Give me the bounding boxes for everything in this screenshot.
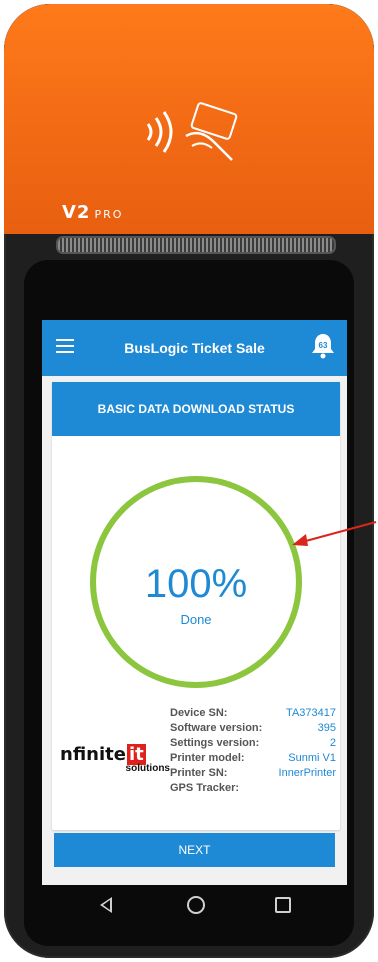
back-icon[interactable] bbox=[100, 897, 112, 913]
info-label: Software version: bbox=[170, 722, 263, 734]
info-row-printer-sn: Printer SN: InnerPrinter bbox=[170, 766, 336, 781]
progress-percent-label: 100% bbox=[144, 562, 248, 606]
info-label: Device SN: bbox=[170, 707, 228, 719]
info-label: GPS Tracker: bbox=[170, 782, 240, 794]
recent-apps-icon[interactable] bbox=[275, 897, 291, 913]
bell-icon[interactable]: 63 bbox=[310, 332, 336, 360]
device-brand: V2 PRO bbox=[62, 202, 123, 223]
android-nav-bar bbox=[42, 885, 347, 931]
next-button[interactable]: NEXT bbox=[54, 833, 335, 867]
nfiniteit-logo: nfinite it solutions bbox=[60, 744, 170, 774]
info-row-printer-model: Printer model: Sunmi V1 bbox=[170, 751, 336, 766]
notification-count: 63 bbox=[318, 341, 328, 350]
info-value: Sunmi V1 bbox=[288, 752, 336, 764]
info-label: Printer SN: bbox=[170, 767, 228, 779]
annotation-arrow-icon bbox=[292, 521, 377, 546]
info-row-device-sn: Device SN: TA373417 bbox=[170, 706, 336, 721]
device-info-list: Device SN: TA373417 Software version: 39… bbox=[170, 706, 336, 796]
logo-main-text: nfinite bbox=[60, 744, 126, 765]
info-row-software-version: Software version: 395 bbox=[170, 721, 336, 736]
nfc-icon bbox=[146, 102, 238, 161]
app-bar: BusLogic Ticket Sale 63 bbox=[42, 320, 347, 376]
info-value: TA373417 bbox=[286, 707, 336, 719]
info-row-settings-version: Settings version: 2 bbox=[170, 736, 336, 751]
printer-slot bbox=[56, 236, 336, 254]
device-top-panel: V2 PRO bbox=[4, 4, 374, 234]
info-value: 2 bbox=[329, 737, 336, 749]
app-screen: BusLogic Ticket Sale 63 BASIC DATA DOWNL… bbox=[42, 320, 347, 885]
info-value: 395 bbox=[317, 722, 336, 734]
info-value: InnerPrinter bbox=[278, 767, 336, 779]
device-brand-name: V2 bbox=[62, 202, 91, 223]
card-header: BASIC DATA DOWNLOAD STATUS bbox=[52, 382, 340, 436]
progress-status-text: Done bbox=[180, 612, 212, 627]
logo-highlight: it bbox=[126, 744, 146, 765]
device-model-suffix: PRO bbox=[94, 208, 124, 221]
app-title: BusLogic Ticket Sale bbox=[124, 340, 265, 356]
info-label: Printer model: bbox=[170, 752, 245, 764]
logo-main: nfinite it bbox=[60, 744, 146, 765]
home-icon[interactable] bbox=[187, 896, 205, 914]
info-label: Settings version: bbox=[170, 737, 260, 749]
info-row-gps-tracker: GPS Tracker: bbox=[170, 781, 336, 796]
